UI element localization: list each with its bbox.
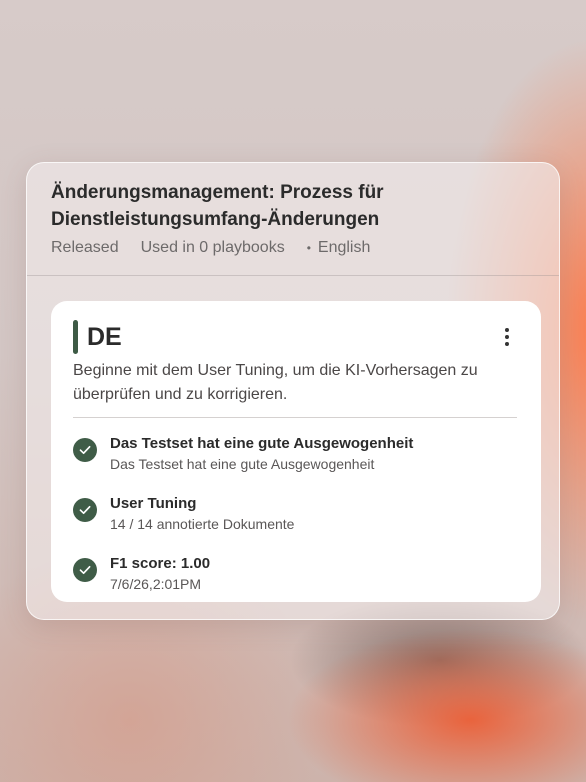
separator-dot: •: [306, 241, 311, 255]
item-subtitle: 14 / 14 annotierte Dokumente: [110, 516, 295, 532]
item-subtitle: 7/6/26,2:01PM: [110, 576, 202, 592]
item-title: F1 score: 1.00: [110, 555, 211, 572]
status-label: Released: [51, 239, 119, 256]
divider: [73, 417, 517, 418]
language-card: DE Beginne mit dem User Tuning, um die K…: [51, 301, 541, 602]
check-list: Das Testset hat eine gute Ausgewogenheit…: [73, 434, 517, 614]
language-code: DE: [87, 322, 122, 351]
item-title: Das Testset hat eine gute Ausgewogenheit: [110, 435, 414, 452]
usage-label: Used in 0 playbooks: [140, 239, 285, 256]
more-vertical-icon[interactable]: [497, 324, 517, 350]
check-circle-icon: [73, 498, 97, 522]
card-description: Beginne mit dem User Tuning, um die KI-V…: [73, 362, 478, 403]
check-circle-icon: [73, 558, 97, 582]
list-item: Das Testset hat eine gute Ausgewogenheit…: [73, 434, 517, 494]
playbook-panel: Änderungsmanagement: Prozess für Dienstl…: [26, 162, 560, 620]
meta-row: Released Used in 0 playbooks • English: [51, 239, 535, 257]
list-item: User Tuning 14 / 14 annotierte Dokumente: [73, 494, 517, 554]
check-circle-icon: [73, 438, 97, 462]
list-item: F1 score: 1.00 7/6/26,2:01PM: [73, 554, 517, 614]
item-subtitle: Das Testset hat eine gute Ausgewogenheit: [110, 456, 375, 472]
language-label: English: [317, 239, 371, 256]
card-header: DE: [73, 319, 517, 355]
panel-header: Änderungsmanagement: Prozess für Dienstl…: [27, 163, 559, 276]
item-title: User Tuning: [110, 495, 197, 512]
page-title: Änderungsmanagement: Prozess für Dienstl…: [51, 182, 384, 230]
accent-bar: [73, 320, 78, 354]
